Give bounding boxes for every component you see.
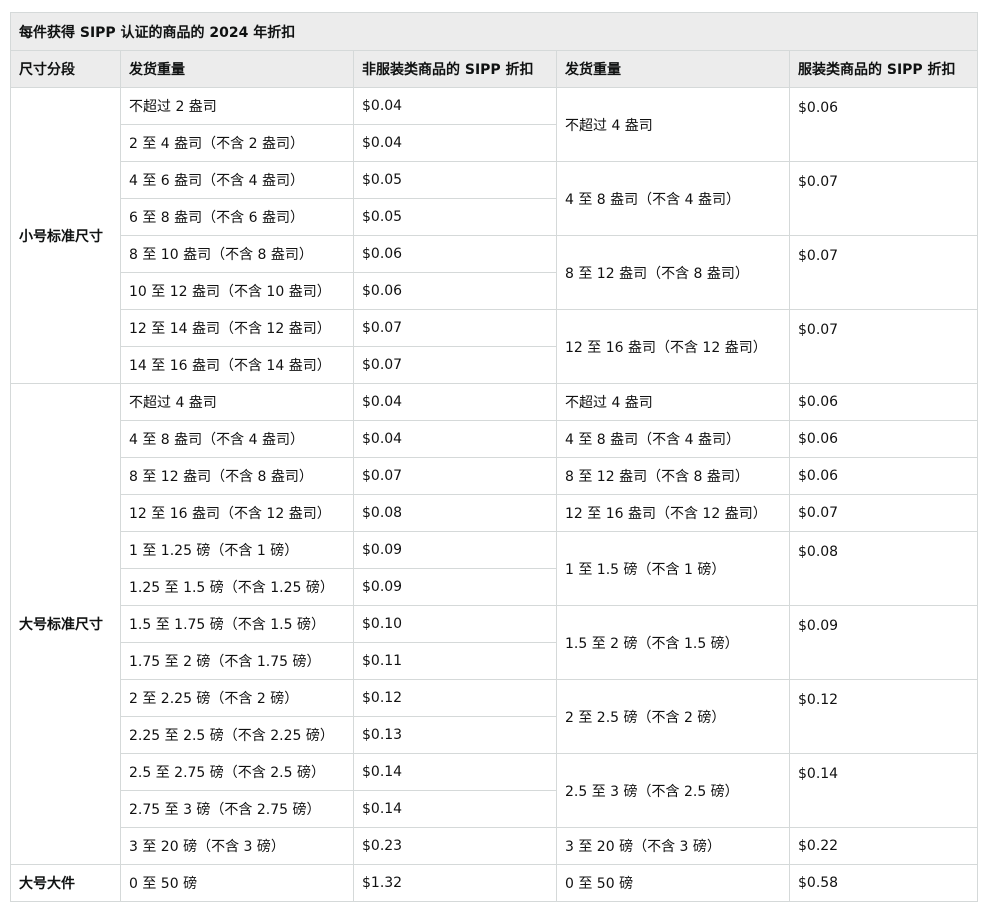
table-row: 12 至 16 盎司（不含 12 盎司） $0.08 12 至 16 盎司（不含…: [11, 494, 978, 532]
sipp-discount-table-container: 每件获得 SIPP 认证的商品的 2024 年折扣 尺寸分段 发货重量 非服装类…: [10, 12, 978, 902]
non-apparel-discount: $0.04: [353, 420, 557, 458]
non-apparel-discount: $0.06: [353, 272, 557, 310]
non-apparel-weight: 14 至 16 盎司（不含 14 盎司）: [120, 346, 354, 384]
table-row: 8 至 12 盎司（不含 8 盎司） $0.07 8 至 12 盎司（不含 8 …: [11, 457, 978, 495]
apparel-discount: $0.12: [789, 679, 978, 754]
apparel-weight: 1 至 1.5 磅（不含 1 磅）: [556, 531, 790, 606]
apparel-weight: 2.5 至 3 磅（不含 2.5 磅）: [556, 753, 790, 828]
size-tier-large-standard: 大号标准尺寸: [10, 383, 121, 865]
apparel-discount: $0.06: [789, 457, 978, 495]
table-row: 1 至 1.25 磅（不含 1 磅） $0.09 1 至 1.5 磅（不含 1 …: [11, 531, 978, 606]
non-apparel-discount: $0.05: [353, 198, 557, 236]
non-apparel-discount: $0.09: [353, 568, 557, 606]
header-size-tier: 尺寸分段: [10, 50, 121, 88]
apparel-weight: 12 至 16 盎司（不含 12 盎司）: [556, 494, 790, 532]
non-apparel-discount: $0.04: [353, 87, 557, 125]
apparel-discount: $0.07: [789, 309, 978, 384]
apparel-discount: $0.22: [789, 827, 978, 865]
non-apparel-discount: $0.09: [353, 531, 557, 569]
header-shipping-weight-non-apparel: 发货重量: [120, 50, 354, 88]
non-apparel-discount: $1.32: [353, 864, 557, 902]
apparel-weight: 2 至 2.5 磅（不含 2 磅）: [556, 679, 790, 754]
non-apparel-discount: $0.10: [353, 605, 557, 643]
non-apparel-weight: 4 至 8 盎司（不含 4 盎司）: [120, 420, 354, 458]
table-row: 4 至 8 盎司（不含 4 盎司） $0.04 4 至 8 盎司（不含 4 盎司…: [11, 420, 978, 458]
non-apparel-weight: 8 至 12 盎司（不含 8 盎司）: [120, 457, 354, 495]
apparel-discount: $0.06: [789, 420, 978, 458]
table-header-row: 尺寸分段 发货重量 非服装类商品的 SIPP 折扣 发货重量 服装类商品的 SI…: [10, 50, 978, 88]
apparel-discount: $0.06: [789, 87, 978, 162]
non-apparel-discount: $0.04: [353, 124, 557, 162]
apparel-weight: 4 至 8 盎司（不含 4 盎司）: [556, 161, 790, 236]
non-apparel-weight: 12 至 16 盎司（不含 12 盎司）: [120, 494, 354, 532]
table-caption-row: 每件获得 SIPP 认证的商品的 2024 年折扣: [10, 12, 978, 51]
non-apparel-discount: $0.13: [353, 716, 557, 754]
size-tier-small-standard: 小号标准尺寸: [10, 87, 121, 384]
apparel-discount: $0.06: [789, 383, 978, 421]
non-apparel-discount: $0.06: [353, 235, 557, 273]
non-apparel-weight: 12 至 14 盎司（不含 12 盎司）: [120, 309, 354, 347]
apparel-weight: 不超过 4 盎司: [556, 383, 790, 421]
table-row: 4 至 6 盎司（不含 4 盎司） $0.05 4 至 8 盎司（不含 4 盎司…: [11, 161, 978, 236]
apparel-discount: $0.07: [789, 235, 978, 310]
apparel-weight: 4 至 8 盎司（不含 4 盎司）: [556, 420, 790, 458]
non-apparel-weight: 8 至 10 盎司（不含 8 盎司）: [120, 235, 354, 273]
table-title: 每件获得 SIPP 认证的商品的 2024 年折扣: [10, 12, 978, 51]
apparel-discount: $0.58: [789, 864, 978, 902]
apparel-weight: 8 至 12 盎司（不含 8 盎司）: [556, 235, 790, 310]
non-apparel-weight: 2 至 2.25 磅（不含 2 磅）: [120, 679, 354, 717]
size-tier-large-bulky: 大号大件: [10, 864, 121, 902]
non-apparel-discount: $0.05: [353, 161, 557, 199]
apparel-weight: 8 至 12 盎司（不含 8 盎司）: [556, 457, 790, 495]
non-apparel-weight: 2.75 至 3 磅（不含 2.75 磅）: [120, 790, 354, 828]
apparel-weight: 不超过 4 盎司: [556, 87, 790, 162]
non-apparel-weight: 不超过 2 盎司: [120, 87, 354, 125]
table-row: 大号标准尺寸 不超过 4 盎司 $0.04 不超过 4 盎司 $0.06: [10, 383, 978, 865]
apparel-discount: $0.09: [789, 605, 978, 680]
apparel-discount: $0.14: [789, 753, 978, 828]
non-apparel-weight: 0 至 50 磅: [120, 864, 354, 902]
non-apparel-discount: $0.04: [353, 383, 557, 421]
apparel-weight: 3 至 20 磅（不含 3 磅）: [556, 827, 790, 865]
sipp-discount-table: 每件获得 SIPP 认证的商品的 2024 年折扣 尺寸分段 发货重量 非服装类…: [10, 12, 978, 902]
table-row: 12 至 14 盎司（不含 12 盎司） $0.07 12 至 16 盎司（不含…: [11, 309, 978, 384]
apparel-weight: 1.5 至 2 磅（不含 1.5 磅）: [556, 605, 790, 680]
non-apparel-weight: 1.5 至 1.75 磅（不含 1.5 磅）: [120, 605, 354, 643]
non-apparel-discount: $0.11: [353, 642, 557, 680]
non-apparel-discount: $0.14: [353, 753, 557, 791]
non-apparel-discount: $0.23: [353, 827, 557, 865]
non-apparel-weight: 2.25 至 2.5 磅（不含 2.25 磅）: [120, 716, 354, 754]
non-apparel-discount: $0.14: [353, 790, 557, 828]
table-row: 3 至 20 磅（不含 3 磅） $0.23 3 至 20 磅（不含 3 磅） …: [11, 827, 978, 865]
non-apparel-weight: 10 至 12 盎司（不含 10 盎司）: [120, 272, 354, 310]
table-row: 小号标准尺寸 不超过 2 盎司 $0.04 不超过 4 盎司 $0.06: [10, 87, 978, 384]
header-apparel-discount: 服装类商品的 SIPP 折扣: [789, 50, 978, 88]
non-apparel-discount: $0.07: [353, 346, 557, 384]
non-apparel-weight: 4 至 6 盎司（不含 4 盎司）: [120, 161, 354, 199]
non-apparel-discount: $0.12: [353, 679, 557, 717]
non-apparel-weight: 1 至 1.25 磅（不含 1 磅）: [120, 531, 354, 569]
apparel-discount: $0.07: [789, 161, 978, 236]
non-apparel-discount: $0.08: [353, 494, 557, 532]
table-row: 大号大件 0 至 50 磅 $1.32 0 至 50 磅 $0.58: [10, 864, 978, 902]
apparel-discount: $0.07: [789, 494, 978, 532]
apparel-weight: 0 至 50 磅: [556, 864, 790, 902]
table-row: 2.5 至 2.75 磅（不含 2.5 磅） $0.14 2.5 至 3 磅（不…: [11, 753, 978, 828]
header-non-apparel-discount: 非服装类商品的 SIPP 折扣: [353, 50, 557, 88]
non-apparel-discount: $0.07: [353, 309, 557, 347]
non-apparel-weight: 2 至 4 盎司（不含 2 盎司）: [120, 124, 354, 162]
non-apparel-weight: 3 至 20 磅（不含 3 磅）: [120, 827, 354, 865]
non-apparel-weight: 2.5 至 2.75 磅（不含 2.5 磅）: [120, 753, 354, 791]
non-apparel-weight: 6 至 8 盎司（不含 6 盎司）: [120, 198, 354, 236]
apparel-discount: $0.08: [789, 531, 978, 606]
table-row: 1.5 至 1.75 磅（不含 1.5 磅） $0.10 1.5 至 2 磅（不…: [11, 605, 978, 680]
table-row: 2 至 2.25 磅（不含 2 磅） $0.12 2 至 2.5 磅（不含 2 …: [11, 679, 978, 754]
table-row: 8 至 10 盎司（不含 8 盎司） $0.06 8 至 12 盎司（不含 8 …: [11, 235, 978, 310]
apparel-weight: 12 至 16 盎司（不含 12 盎司）: [556, 309, 790, 384]
non-apparel-discount: $0.07: [353, 457, 557, 495]
non-apparel-weight: 不超过 4 盎司: [120, 383, 354, 421]
non-apparel-weight: 1.75 至 2 磅（不含 1.75 磅）: [120, 642, 354, 680]
non-apparel-weight: 1.25 至 1.5 磅（不含 1.25 磅）: [120, 568, 354, 606]
header-shipping-weight-apparel: 发货重量: [556, 50, 790, 88]
